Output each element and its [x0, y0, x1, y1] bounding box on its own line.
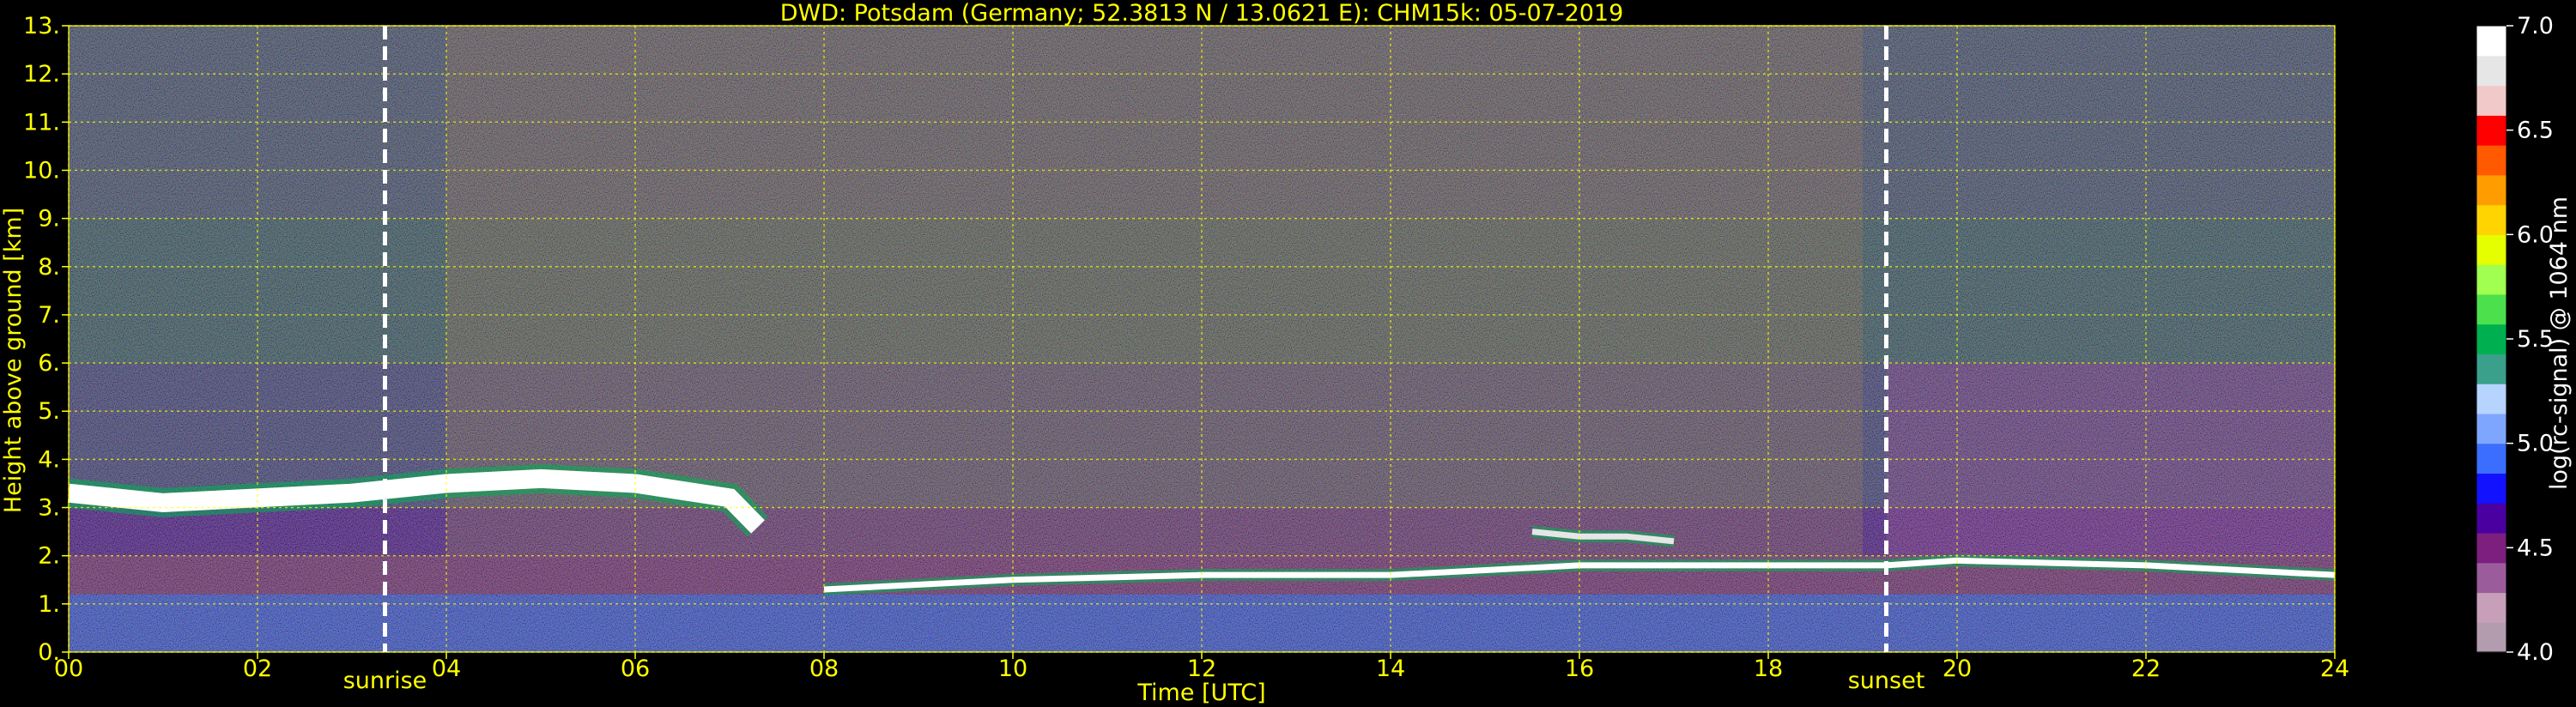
- y-tick-label: 12.: [23, 61, 60, 88]
- chart-title: DWD: Potsdam (Germany; 52.3813 N / 13.06…: [780, 0, 1624, 27]
- colorbar-swatch: [2476, 413, 2506, 444]
- y-tick-label: 13.: [23, 13, 60, 39]
- x-tick-label: 12: [1187, 656, 1216, 682]
- colorbar-tick-label: 6.5: [2517, 118, 2554, 144]
- colorbar-swatch: [2476, 204, 2506, 235]
- lidar-chart: sunrise sunset 00 02 04 06 08 10 12 14 16 18 20 22 24…: [0, 0, 2573, 706]
- x-axis-label: Time [UTC]: [1136, 680, 1265, 706]
- y-tick-label: 8.: [38, 254, 60, 281]
- colorbar-swatch: [2476, 503, 2506, 534]
- y-tick-label: 0.: [38, 639, 60, 666]
- colorbar-swatch: [2476, 115, 2506, 146]
- colorbar-swatch: [2476, 473, 2506, 504]
- colorbar-swatch: [2476, 174, 2506, 206]
- colorbar-swatch: [2476, 145, 2506, 176]
- x-tick-label: 08: [809, 656, 839, 682]
- y-tick-label: 9.: [38, 206, 60, 233]
- x-tick-label: 16: [1565, 656, 1594, 682]
- y-tick-label: 3.: [38, 495, 60, 522]
- y-axis-label: Height above ground [km]: [0, 208, 27, 513]
- colorbar-swatch: [2476, 26, 2506, 57]
- colorbar-tick-label: 4.5: [2517, 535, 2554, 561]
- x-tick-label: 06: [621, 656, 650, 682]
- colorbar-swatch: [2476, 562, 2506, 594]
- colorbar-swatch: [2476, 234, 2506, 265]
- colorbar-swatch: [2476, 443, 2506, 474]
- colorbar-swatch: [2476, 592, 2506, 623]
- x-tick-label: 04: [432, 656, 461, 682]
- y-tick-label: 11.: [23, 109, 60, 136]
- y-tick-label: 1.: [38, 591, 60, 618]
- colorbar-swatch: [2476, 622, 2506, 653]
- plot-area: sunrise sunset: [67, 25, 2336, 694]
- y-tick-label: 6.: [38, 350, 60, 377]
- y-tick-label: 2.: [38, 543, 60, 570]
- x-tick-label: 20: [1943, 656, 1972, 682]
- colorbar-swatch: [2476, 55, 2506, 87]
- y-axis: 0. 1. 2. 3. 4. 5. 6. 7. 8. 9. 10. 11. 12. 13.: [23, 13, 69, 666]
- y-tick-label: 4.: [38, 446, 60, 473]
- colorbar-swatch: [2476, 532, 2506, 564]
- colorbar-swatch: [2476, 323, 2506, 354]
- x-tick-label: 18: [1754, 656, 1783, 682]
- x-tick-label: 02: [243, 656, 272, 682]
- colorbar-swatch: [2476, 354, 2506, 384]
- colorbar-label: log(rc-signal) @ 1064 nm: [2546, 196, 2573, 490]
- colorbar-swatch: [2476, 293, 2506, 325]
- event-label-sunrise: sunrise: [343, 668, 427, 694]
- event-label-sunset: sunset: [1848, 668, 1925, 694]
- x-tick-label: 14: [1376, 656, 1405, 682]
- y-tick-label: 7.: [38, 302, 60, 329]
- x-tick-label: 22: [2131, 656, 2161, 682]
- colorbar-tick-label: 7.0: [2517, 13, 2554, 39]
- colorbar: 4.04.55.05.56.06.57.0 log(rc-signal) @ 1…: [2476, 13, 2573, 666]
- x-tick-label: 10: [998, 656, 1027, 682]
- colorbar-swatch: [2476, 264, 2506, 295]
- colorbar-swatch: [2476, 384, 2506, 414]
- colorbar-swatch: [2476, 85, 2506, 116]
- x-tick-label: 24: [2320, 656, 2349, 682]
- y-tick-label: 10.: [23, 157, 60, 184]
- colorbar-tick-label: 4.0: [2517, 639, 2554, 666]
- y-tick-label: 5.: [38, 398, 60, 425]
